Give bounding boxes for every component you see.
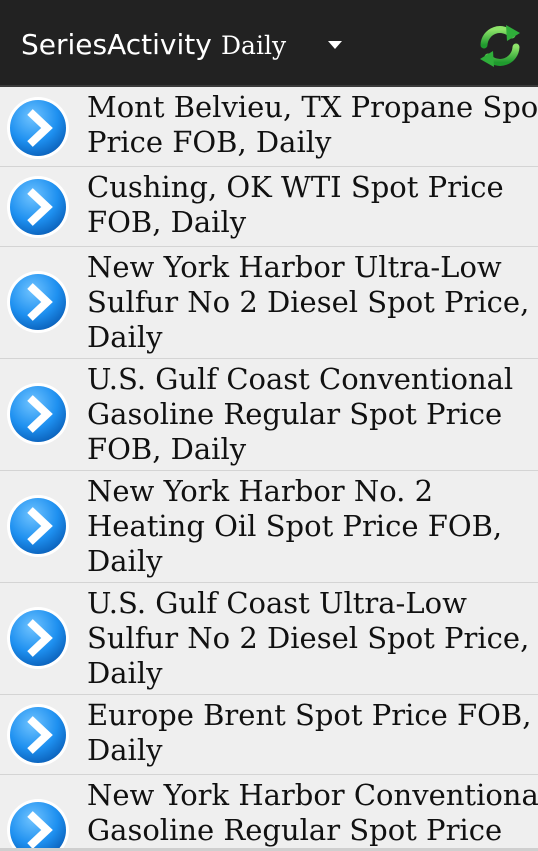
list-item[interactable]: New York Harbor No. 2 Heating Oil Spot Pr…: [0, 471, 538, 583]
series-label: U.S. Gulf Coast Ultra-Low Sulfur No 2 Die…: [87, 586, 537, 691]
list-item[interactable]: New York Harbor Ultra-Low Sulfur No 2 Die…: [0, 247, 538, 359]
chevron-right-icon: [7, 97, 69, 159]
line-2: FOB, Daily: [87, 205, 247, 239]
list-item[interactable]: Cushing, OK WTI Spot Price FOB, Daily: [0, 167, 538, 247]
series-label: Europe Brent Spot Price FOB, Daily: [87, 698, 537, 768]
series-label: Cushing, OK WTI Spot Price FOB, Daily: [87, 170, 537, 240]
line-3: Daily: [87, 544, 163, 578]
list-item[interactable]: Europe Brent Spot Price FOB, Daily: [0, 695, 538, 775]
line-2: Heating Oil Spot Price FOB,: [87, 509, 503, 543]
series-label: New York Harbor No. 2 Heating Oil Spot Pr…: [87, 474, 537, 579]
series-list: Mont Belvieu, TX Propane Spot Price FOB, …: [0, 87, 538, 851]
chevron-right-icon: [7, 495, 69, 557]
refresh-icon: [480, 25, 520, 67]
refresh-button[interactable]: [476, 23, 524, 69]
dropdown-arrow-icon: [328, 41, 342, 49]
list-item[interactable]: Mont Belvieu, TX Propane Spot Price FOB, …: [0, 87, 538, 167]
line-1: New York Harbor Conventional: [87, 778, 538, 812]
list-item[interactable]: New York Harbor Conventional Gasoline Reg…: [0, 775, 538, 851]
chevron-right-icon: [7, 799, 69, 851]
series-label: New York Harbor Conventional Gasoline Reg…: [87, 778, 538, 848]
chevron-right-icon: [7, 607, 69, 669]
line-2: Sulfur No 2 Diesel Spot Price,: [87, 285, 530, 319]
line-1: U.S. Gulf Coast Conventional: [87, 362, 514, 396]
line-3: Daily: [87, 320, 163, 354]
line-2: Daily: [87, 733, 163, 767]
line-2: Sulfur No 2 Diesel Spot Price,: [87, 621, 530, 655]
line-2: Gasoline Regular Spot Price: [87, 397, 503, 431]
line-2: Price FOB, Daily: [87, 125, 332, 159]
series-label: U.S. Gulf Coast Conventional Gasoline Reg…: [87, 362, 537, 467]
chevron-right-icon: [7, 176, 69, 238]
chevron-right-icon: [7, 704, 69, 766]
chevron-right-icon: [7, 383, 69, 445]
app-title: SeriesActivity: [21, 28, 212, 61]
series-label: Mont Belvieu, TX Propane Spot Price FOB, …: [87, 90, 538, 160]
line-1: Cushing, OK WTI Spot Price: [87, 170, 504, 204]
line-1: U.S. Gulf Coast Ultra-Low: [87, 586, 467, 620]
app-screen: SeriesActivity Daily Mont Belvieu, TX Pr…: [0, 0, 538, 851]
action-bar: SeriesActivity Daily: [0, 0, 538, 87]
line-1: New York Harbor Ultra-Low: [87, 250, 502, 284]
series-label: New York Harbor Ultra-Low Sulfur No 2 Die…: [87, 250, 537, 355]
line-3: Daily: [87, 656, 163, 690]
line-1: Mont Belvieu, TX Propane Spot: [87, 90, 538, 124]
list-item[interactable]: U.S. Gulf Coast Ultra-Low Sulfur No 2 Die…: [0, 583, 538, 695]
line-1: Europe Brent Spot Price FOB,: [87, 698, 532, 732]
chevron-right-icon: [7, 271, 69, 333]
frequency-spinner[interactable]: Daily: [216, 26, 348, 66]
line-2: Gasoline Regular Spot Price: [87, 813, 503, 847]
line-3: FOB, Daily: [87, 432, 247, 466]
line-1: New York Harbor No. 2: [87, 474, 434, 508]
spinner-selected-value: Daily: [221, 31, 287, 60]
list-item[interactable]: U.S. Gulf Coast Conventional Gasoline Reg…: [0, 359, 538, 471]
